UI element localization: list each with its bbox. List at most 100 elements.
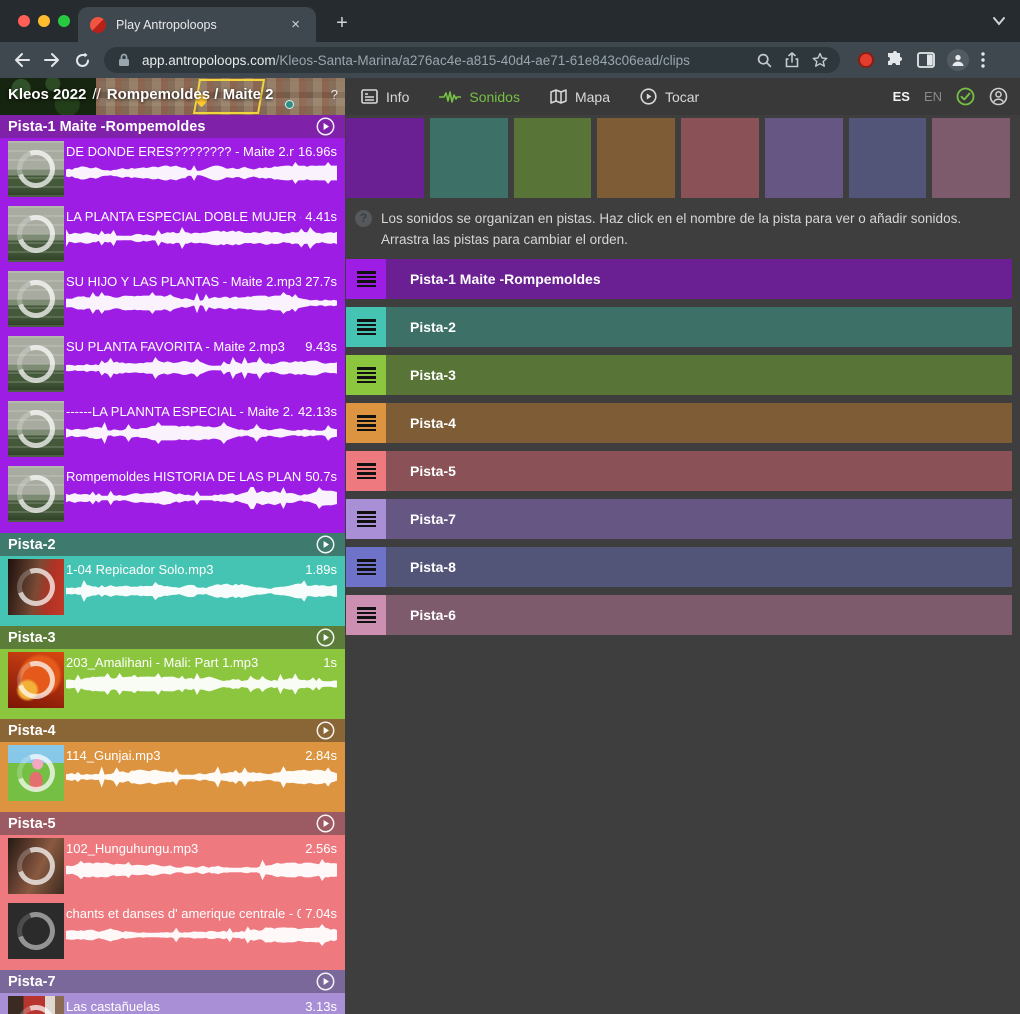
track-row[interactable]: Pista-1 Maite -Rompemoldes bbox=[346, 259, 1012, 299]
track-bar[interactable]: Pista-6 bbox=[386, 595, 1012, 635]
track-header[interactable]: Pista-2 bbox=[0, 533, 345, 556]
zoom-page-icon[interactable] bbox=[754, 50, 774, 70]
track-color-swatch[interactable] bbox=[430, 118, 508, 198]
track-color-swatch[interactable] bbox=[681, 118, 759, 198]
play-track-button[interactable] bbox=[316, 117, 335, 136]
sidebar-track-section: Pista-7Las castañuelas3.13s bbox=[0, 970, 345, 1014]
url-text[interactable]: app.antropoloops.com/Kleos-Santa-Marina/… bbox=[142, 53, 746, 68]
drag-handle-icon[interactable] bbox=[346, 355, 386, 395]
play-track-button[interactable] bbox=[316, 535, 335, 554]
track-color-swatch[interactable] bbox=[346, 118, 424, 198]
track-bar[interactable]: Pista-7 bbox=[386, 499, 1012, 539]
clip-item[interactable]: 203_Amalihani - Mali: Part 1.mp31s bbox=[0, 649, 345, 714]
breadcrumb[interactable]: Kleos 2022//Rompemoldes / Maite 2 bbox=[8, 86, 273, 103]
play-track-button[interactable] bbox=[316, 814, 335, 833]
track-row[interactable]: Pista-7 bbox=[346, 499, 1012, 539]
clip-item[interactable]: DE DONDE ERES???????? - Maite 2.mp316.96… bbox=[0, 138, 345, 203]
profile-avatar[interactable] bbox=[947, 49, 969, 71]
drag-handle-icon[interactable] bbox=[346, 547, 386, 587]
track-header[interactable]: Pista-3 bbox=[0, 626, 345, 649]
clip-item[interactable]: chants et danses d' amerique centrale - … bbox=[0, 900, 345, 965]
track-color-swatch[interactable] bbox=[765, 118, 843, 198]
play-track-button[interactable] bbox=[316, 721, 335, 740]
clip-waveform bbox=[66, 924, 337, 946]
new-tab-button[interactable]: + bbox=[330, 12, 354, 36]
track-color-swatch[interactable] bbox=[514, 118, 592, 198]
clip-item[interactable]: 102_Hunguhungu.mp32.56s bbox=[0, 835, 345, 900]
track-row[interactable]: Pista-8 bbox=[346, 547, 1012, 587]
track-header[interactable]: Pista-5 bbox=[0, 812, 345, 835]
track-header[interactable]: Pista-4 bbox=[0, 719, 345, 742]
track-row-label: Pista-2 bbox=[410, 319, 456, 335]
browser-tab[interactable]: Play Antropoloops × bbox=[78, 7, 316, 42]
back-icon[interactable] bbox=[10, 48, 34, 72]
track-bar[interactable]: Pista-8 bbox=[386, 547, 1012, 587]
track-header[interactable]: Pista-1 Maite -Rompemoldes bbox=[0, 115, 345, 138]
clip-item[interactable]: SU HIJO Y LAS PLANTAS - Maite 2.mp327.7s bbox=[0, 268, 345, 333]
track-color-swatch[interactable] bbox=[932, 118, 1010, 198]
track-bar[interactable]: Pista-2 bbox=[386, 307, 1012, 347]
breadcrumb-project[interactable]: Kleos 2022 bbox=[8, 86, 86, 103]
drag-handle-icon[interactable] bbox=[346, 259, 386, 299]
clip-duration: 1.89s bbox=[305, 562, 337, 577]
drag-handle-icon[interactable] bbox=[346, 307, 386, 347]
track-bar[interactable]: Pista-3 bbox=[386, 355, 1012, 395]
play-track-button[interactable] bbox=[316, 628, 335, 647]
drag-handle-icon[interactable] bbox=[346, 595, 386, 635]
help-question-icon[interactable]: ? bbox=[355, 210, 372, 227]
bookmark-star-icon[interactable] bbox=[810, 50, 830, 70]
forward-icon[interactable] bbox=[40, 48, 64, 72]
track-row[interactable]: Pista-6 bbox=[346, 595, 1012, 635]
breadcrumb-remix[interactable]: Rompemoldes / Maite 2 bbox=[107, 86, 274, 103]
tab-sonidos[interactable]: Sonidos bbox=[439, 89, 520, 105]
clip-thumbnail bbox=[8, 559, 64, 615]
clip-item[interactable]: LA PLANTA ESPECIAL DOBLE MUJER - Mai...4… bbox=[0, 203, 345, 268]
track-row[interactable]: Pista-3 bbox=[346, 355, 1012, 395]
clip-meta: 1-04 Repicador Solo.mp31.89s bbox=[66, 562, 337, 577]
browser-menu-kebab-icon[interactable] bbox=[981, 52, 985, 68]
clip-meta: LA PLANTA ESPECIAL DOBLE MUJER - Mai...4… bbox=[66, 209, 337, 224]
drag-handle-icon[interactable] bbox=[346, 499, 386, 539]
clip-item[interactable]: Las castañuelas3.13s bbox=[0, 993, 345, 1014]
drag-handle-icon[interactable] bbox=[346, 451, 386, 491]
clip-item[interactable]: SU PLANTA FAVORITA - Maite 2.mp39.43s bbox=[0, 333, 345, 398]
zoom-window-button[interactable] bbox=[58, 15, 70, 27]
track-row[interactable]: Pista-5 bbox=[346, 451, 1012, 491]
close-window-button[interactable] bbox=[18, 15, 30, 27]
minimize-window-button[interactable] bbox=[38, 15, 50, 27]
clip-duration: 4.41s bbox=[305, 209, 337, 224]
track-row[interactable]: Pista-4 bbox=[346, 403, 1012, 443]
clip-item[interactable]: ------LA PLANNTA ESPECIAL - Maite 2.mp34… bbox=[0, 398, 345, 463]
saved-check-icon[interactable] bbox=[956, 87, 975, 106]
extensions-puzzle-icon[interactable] bbox=[886, 51, 905, 70]
address-bar[interactable]: app.antropoloops.com/Kleos-Santa-Marina/… bbox=[104, 47, 840, 73]
share-icon[interactable] bbox=[782, 50, 802, 70]
track-bar[interactable]: Pista-1 Maite -Rompemoldes bbox=[386, 259, 1012, 299]
lang-es[interactable]: ES bbox=[893, 89, 910, 104]
track-header[interactable]: Pista-7 bbox=[0, 970, 345, 993]
tab-tocar[interactable]: Tocar bbox=[640, 88, 699, 105]
url-domain: app.antropoloops.com bbox=[142, 53, 276, 68]
track-color-swatch[interactable] bbox=[597, 118, 675, 198]
clip-item[interactable]: 114_Gunjai.mp32.84s bbox=[0, 742, 345, 807]
clip-waveform bbox=[66, 580, 337, 602]
tab-info[interactable]: Info bbox=[361, 89, 409, 105]
lock-icon[interactable] bbox=[114, 50, 134, 70]
drag-handle-icon[interactable] bbox=[346, 403, 386, 443]
play-track-button[interactable] bbox=[316, 972, 335, 991]
track-row[interactable]: Pista-2 bbox=[346, 307, 1012, 347]
lang-en[interactable]: EN bbox=[924, 89, 942, 104]
recording-extension-icon[interactable] bbox=[858, 52, 874, 68]
clip-item[interactable]: 1-04 Repicador Solo.mp31.89s bbox=[0, 556, 345, 621]
track-bar[interactable]: Pista-4 bbox=[386, 403, 1012, 443]
tab-mapa[interactable]: Mapa bbox=[550, 89, 610, 105]
tab-search-chevron-icon[interactable] bbox=[992, 16, 1006, 26]
clip-item[interactable]: Rompemoldes HISTORIA DE LAS PLANTAS...50… bbox=[0, 463, 345, 528]
track-bar[interactable]: Pista-5 bbox=[386, 451, 1012, 491]
reload-icon[interactable] bbox=[70, 48, 94, 72]
play-circle-icon bbox=[640, 88, 657, 105]
account-icon[interactable] bbox=[989, 87, 1008, 106]
tab-close-icon[interactable]: × bbox=[287, 15, 304, 34]
side-panel-icon[interactable] bbox=[917, 52, 935, 68]
track-color-swatch[interactable] bbox=[849, 118, 927, 198]
